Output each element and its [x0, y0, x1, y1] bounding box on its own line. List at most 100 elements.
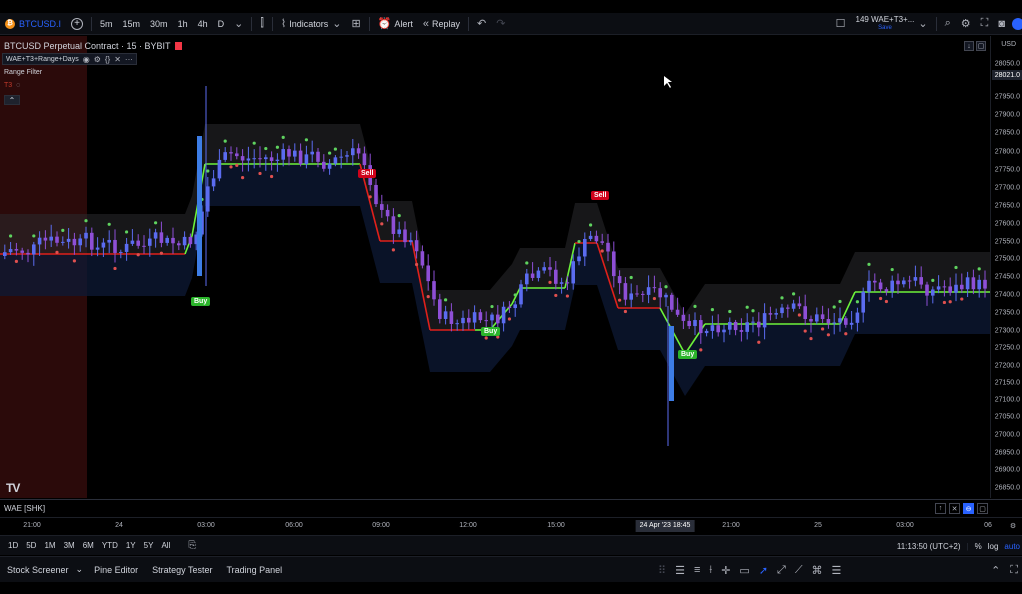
square-icon[interactable]: ☐: [831, 13, 851, 35]
interval-30m[interactable]: 30m: [145, 13, 173, 35]
add-symbol-button[interactable]: +: [66, 13, 88, 35]
signal-dot: [954, 265, 958, 270]
candle-body: [211, 178, 216, 187]
rectangle-icon[interactable]: ▭: [739, 564, 749, 577]
arrow-up-icon[interactable]: ↑: [935, 503, 946, 514]
time-axis[interactable]: 21:00 24 03:00 06:00 09:00 12:00 15:00 2…: [0, 517, 1022, 534]
candle-body: [588, 235, 593, 239]
range-1d[interactable]: 1D: [4, 541, 22, 550]
signal-dot: [867, 262, 871, 266]
avatar[interactable]: [1012, 18, 1022, 30]
interval-15m[interactable]: 15m: [118, 13, 146, 35]
percent-toggle[interactable]: %: [975, 542, 982, 551]
range-all[interactable]: All: [157, 541, 174, 550]
range-6m[interactable]: 6M: [79, 541, 98, 550]
pattern-icon[interactable]: ⌘: [812, 564, 823, 577]
range-filter-sub: T3 ◌: [4, 82, 20, 89]
chevron-up-icon[interactable]: ⌃: [991, 564, 1000, 577]
collapse-pane-icon[interactable]: ⊖: [963, 503, 974, 514]
range-1m[interactable]: 1M: [40, 541, 59, 550]
gear-icon[interactable]: ⚙: [1010, 522, 1016, 530]
vertical-line-icon[interactable]: ⟊: [709, 564, 712, 577]
indicator-legend[interactable]: WAE+T3+Range+Days ◉ ⚙ {} ✕ ···: [2, 53, 137, 65]
fib-icon[interactable]: ☰: [675, 564, 685, 577]
range-band-lower: [0, 164, 990, 396]
replay-label: Replay: [432, 18, 461, 29]
chevron-down-icon[interactable]: ⌄: [229, 13, 248, 35]
candle-body: [844, 318, 848, 325]
eye-icon[interactable]: ◉: [83, 55, 90, 64]
lines-icon[interactable]: ≡: [694, 564, 700, 576]
candle-body: [43, 237, 48, 241]
redo-icon[interactable]: ↷: [491, 13, 510, 35]
alert-button[interactable]: ⏰ Alert: [373, 13, 418, 35]
cursor-icon[interactable]: ➚: [759, 564, 768, 577]
search-icon[interactable]: ⌕: [940, 13, 956, 35]
camera-icon[interactable]: ◙: [993, 13, 1010, 35]
range-3m[interactable]: 3M: [60, 541, 79, 550]
interval-4h[interactable]: 4h: [193, 13, 213, 35]
tab-strategy-tester[interactable]: Strategy Tester: [145, 565, 219, 575]
maximize-icon[interactable]: ▢: [977, 503, 988, 514]
undo-icon[interactable]: ↶: [472, 13, 491, 35]
maximize-icon[interactable]: ▢: [976, 41, 986, 51]
goto-date-icon[interactable]: ⎘: [184, 540, 200, 551]
price-tick: 26950.0: [994, 449, 1020, 457]
indicators-button[interactable]: ⌇ Indicators ⌄: [276, 13, 347, 35]
chevron-down-icon[interactable]: ⌄: [76, 564, 88, 575]
bitcoin-icon: ₿: [5, 18, 15, 29]
candles-icon[interactable]: ⫿: [255, 13, 269, 35]
clock[interactable]: 11:13:50 (UTC+2): [897, 542, 961, 551]
log-toggle[interactable]: log: [988, 542, 999, 551]
layout-name-button[interactable]: 149 WAE+T3+... Save ⌄: [851, 13, 933, 35]
price-tick: 26900.0: [994, 466, 1020, 474]
auto-toggle[interactable]: auto: [1004, 542, 1020, 551]
signal-dot: [844, 332, 848, 336]
range-filter-label: Range Filter: [4, 69, 43, 76]
interval-d[interactable]: D: [213, 13, 230, 35]
price-axis[interactable]: USD 28050.0 27950.0 27900.0 27850.0 27800.0 2…: [990, 36, 1022, 498]
wae-pane[interactable]: WAE [SHK] ↑ ✕ ⊖ ▢: [0, 499, 1022, 516]
more-icon[interactable]: ···: [125, 55, 133, 64]
range-ytd[interactable]: YTD: [98, 541, 122, 550]
tradingview-logo[interactable]: TV: [6, 481, 20, 495]
close-icon[interactable]: ✕: [114, 55, 121, 64]
collapse-legend-button[interactable]: ⌃: [4, 95, 20, 105]
fullscreen-icon[interactable]: ⛶: [976, 13, 994, 35]
tab-trading-panel[interactable]: Trading Panel: [219, 565, 289, 575]
date-range-bar: 1D 5D 1M 3M 6M YTD 1Y 5Y All ⎘ 11:13:50 …: [0, 535, 1022, 555]
layouts-icon[interactable]: ⊞: [346, 13, 365, 35]
interval-5m[interactable]: 5m: [95, 13, 118, 35]
range-5y[interactable]: 5Y: [140, 541, 158, 550]
drag-handle-icon[interactable]: ⠿: [658, 564, 666, 577]
flag-icon[interactable]: [174, 42, 182, 50]
signal-dot: [710, 308, 715, 312]
chart-canvas[interactable]: [0, 36, 990, 498]
tab-stock-screener[interactable]: Stock Screener: [0, 565, 76, 575]
source-code-icon[interactable]: {}: [105, 55, 110, 64]
candle-body: [316, 151, 320, 162]
candle-body: [235, 153, 239, 157]
candle-body: [739, 330, 744, 332]
range-5d[interactable]: 5D: [22, 541, 40, 550]
close-icon[interactable]: ✕: [949, 503, 960, 514]
price-tick: 27500.0: [994, 255, 1020, 263]
tab-pine-editor[interactable]: Pine Editor: [87, 565, 145, 575]
menu-icon[interactable]: ☰: [832, 564, 842, 577]
signal-dot: [931, 278, 935, 282]
eye-hidden-icon[interactable]: ◌: [16, 82, 20, 89]
ray-icon[interactable]: ⤢: [777, 564, 786, 577]
gear-icon[interactable]: ⚙: [94, 55, 101, 64]
trendline-icon[interactable]: ⟋: [795, 564, 803, 577]
download-icon[interactable]: ↓: [964, 41, 974, 51]
maximize-icon[interactable]: ⛶: [1010, 564, 1018, 577]
currency-label[interactable]: USD: [1001, 41, 1016, 48]
candle-body: [797, 303, 802, 307]
range-1y[interactable]: 1Y: [122, 541, 140, 550]
gear-icon[interactable]: ⚙: [956, 13, 976, 35]
replay-button[interactable]: « Replay: [418, 13, 465, 35]
symbol-search[interactable]: ₿ BTCUSD.I: [0, 13, 66, 35]
interval-1h[interactable]: 1h: [173, 13, 193, 35]
crosshair-icon[interactable]: ✛: [721, 564, 730, 577]
candle-body: [159, 232, 164, 243]
